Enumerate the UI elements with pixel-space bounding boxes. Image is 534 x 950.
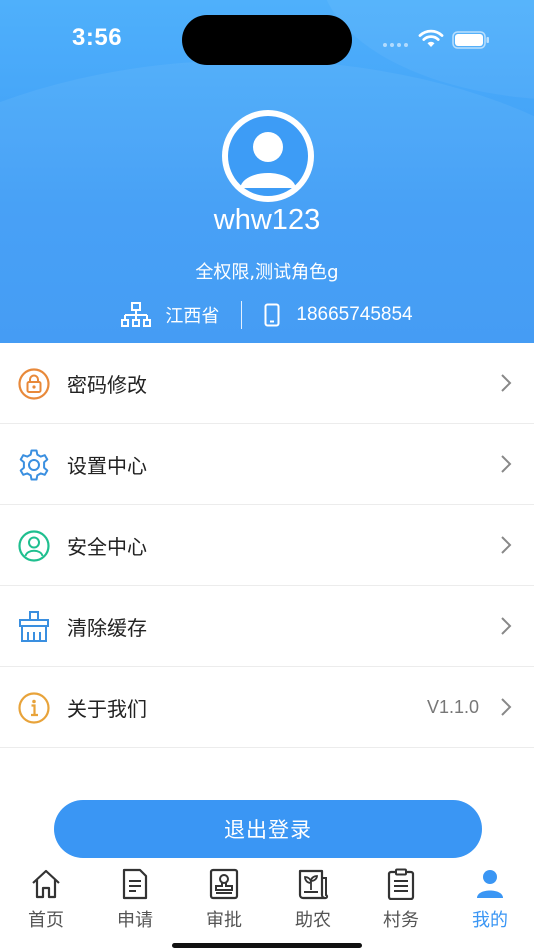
tab-label: 首页 xyxy=(28,910,64,931)
info-divider xyxy=(241,301,243,329)
tab-label: 村务 xyxy=(383,910,419,931)
chevron-right-icon xyxy=(501,455,512,473)
tab-label: 审批 xyxy=(206,910,242,931)
chevron-right-icon xyxy=(501,536,512,554)
broom-icon xyxy=(19,611,49,642)
tab-apply[interactable]: 申请 xyxy=(100,868,170,934)
tab-label: 助农 xyxy=(295,910,331,931)
dynamic-island xyxy=(182,15,352,65)
phone-number: 18665745854 xyxy=(296,304,413,325)
settings-menu: 密码修改 设置中心 安全中心 清除缓存 关于我们 V1.1.0 xyxy=(0,343,534,748)
lock-icon xyxy=(18,368,50,400)
clipboard-list-icon xyxy=(387,868,415,900)
battery-icon xyxy=(452,31,489,49)
org-tree-icon xyxy=(121,302,152,327)
document-icon xyxy=(122,868,148,900)
avatar-user-icon xyxy=(228,116,308,196)
tab-label: 申请 xyxy=(117,910,153,931)
menu-item-change-password[interactable]: 密码修改 xyxy=(0,343,534,424)
menu-item-security[interactable]: 安全中心 xyxy=(0,505,534,586)
menu-item-about[interactable]: 关于我们 V1.1.0 xyxy=(0,667,534,748)
mobile-phone-icon xyxy=(264,303,280,327)
app-version: V1.1.0 xyxy=(426,696,479,717)
home-indicator xyxy=(172,943,362,948)
tab-label: 我的 xyxy=(472,910,508,931)
tab-agriculture[interactable]: 助农 xyxy=(278,868,348,934)
user-icon xyxy=(477,870,503,898)
avatar[interactable] xyxy=(222,110,314,202)
tab-approve[interactable]: 审批 xyxy=(189,868,259,934)
user-info-row: 江西省 18665745854 xyxy=(0,298,534,332)
tab-mine[interactable]: 我的 xyxy=(455,868,525,934)
chevron-right-icon xyxy=(501,698,512,716)
status-time: 3:56 xyxy=(72,24,123,51)
gear-icon xyxy=(19,449,49,481)
newspaper-plant-icon xyxy=(298,869,329,900)
user-phone: 18665745854 xyxy=(264,303,413,327)
menu-item-label: 清除缓存 xyxy=(67,615,147,640)
profile-header: 3:56 whw123 全权限,测试角色g 江西省 18665745854 xyxy=(0,0,534,343)
bottom-tab-bar: 首页 申请 审批 助农 村务 我的 xyxy=(0,864,534,950)
home-icon xyxy=(32,869,60,899)
menu-item-label: 密码修改 xyxy=(67,372,147,397)
user-org: 江西省 xyxy=(121,302,219,328)
logout-button[interactable]: 退出登录 xyxy=(54,800,482,858)
user-shield-icon xyxy=(18,530,50,562)
status-bar: 3:56 xyxy=(0,0,534,80)
stamp-icon xyxy=(209,868,239,900)
username: whw123 xyxy=(213,204,321,236)
tab-home[interactable]: 首页 xyxy=(11,868,81,934)
chevron-right-icon xyxy=(501,374,512,392)
menu-item-label: 安全中心 xyxy=(67,534,147,559)
org-name: 江西省 xyxy=(165,306,220,327)
menu-item-settings[interactable]: 设置中心 xyxy=(0,424,534,505)
wifi-icon xyxy=(418,29,444,47)
user-role: 全权限,测试角色g xyxy=(195,262,339,283)
menu-item-label: 关于我们 xyxy=(67,696,147,721)
tab-village-affairs[interactable]: 村务 xyxy=(366,868,436,934)
info-icon xyxy=(18,692,50,724)
chevron-right-icon xyxy=(501,617,512,635)
menu-item-label: 设置中心 xyxy=(67,453,147,478)
menu-item-clear-cache[interactable]: 清除缓存 xyxy=(0,586,534,667)
signal-icon xyxy=(383,43,408,47)
